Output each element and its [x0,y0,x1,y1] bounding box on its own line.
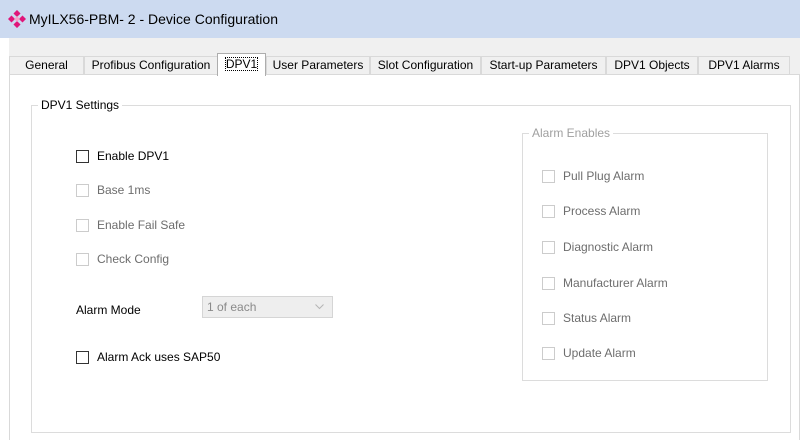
checkbox-box[interactable] [76,149,89,163]
tab-dpv1[interactable]: DPV1 [217,53,266,76]
checkbox-label: Check Config [97,252,170,266]
checkbox-label: Diagnostic Alarm [563,240,654,254]
checkbox-box[interactable] [542,311,555,325]
checkbox-box[interactable] [76,218,89,232]
dpv1-settings-group: DPV1 Settings Enable DPV1 Base 1ms Enabl… [31,98,791,433]
checkbox-box[interactable] [542,240,555,254]
alarm-mode-dropdown[interactable]: 1 of each [202,296,333,318]
tab-panel-dpv1: DPV1 Settings Enable DPV1 Base 1ms Enabl… [9,74,800,440]
checkbox-label: Status Alarm [563,311,632,325]
base-1ms-checkbox[interactable]: Base 1ms [76,182,150,198]
checkbox-label: Base 1ms [97,183,151,197]
checkbox-label: Process Alarm [563,204,641,218]
tab-strip: General Profibus Configuration DPV1 User… [9,53,800,76]
tab-start-up-parameters[interactable]: Start-up Parameters [481,56,606,75]
pull-plug-alarm-checkbox[interactable]: Pull Plug Alarm [542,168,644,184]
alarm-enables-group: Alarm Enables Pull Plug Alarm Process Al… [522,126,768,381]
tab-label: DPV1 [224,57,259,71]
update-alarm-checkbox[interactable]: Update Alarm [542,345,636,361]
tab-label: Profibus Configuration [91,58,211,72]
diagnostic-alarm-checkbox[interactable]: Diagnostic Alarm [542,239,653,255]
alarm-mode-label: Alarm Mode [76,303,141,317]
config-window: General Profibus Configuration DPV1 User… [9,38,800,440]
tab-label: Slot Configuration [377,58,474,72]
checkbox-label: Manufacturer Alarm [563,276,668,290]
checkbox-box[interactable] [542,276,555,290]
checkbox-box[interactable] [542,204,555,218]
tab-label: General [25,58,68,72]
enable-dpv1-checkbox[interactable]: Enable DPV1 [76,148,169,164]
checkbox-label: Enable DPV1 [97,149,170,163]
dpv1-settings-legend: DPV1 Settings [38,98,123,112]
process-alarm-checkbox[interactable]: Process Alarm [542,203,640,219]
tab-user-parameters[interactable]: User Parameters [266,56,370,75]
tab-dpv1-objects[interactable]: DPV1 Objects [606,56,698,75]
tab-label: Start-up Parameters [489,58,598,72]
alarm-mode-value: 1 of each [207,300,257,314]
checkbox-label: Pull Plug Alarm [563,169,645,183]
checkbox-box[interactable] [76,183,89,197]
enable-fail-safe-checkbox[interactable]: Enable Fail Safe [76,217,185,233]
checkbox-box[interactable] [542,346,555,360]
title-bar: MyILX56-PBM- 2 - Device Configuration [0,0,800,38]
manufacturer-alarm-checkbox[interactable]: Manufacturer Alarm [542,275,668,291]
checkbox-box[interactable] [542,169,555,183]
tab-dpv1-alarms[interactable]: DPV1 Alarms [698,56,790,75]
checkbox-label: Enable Fail Safe [97,218,186,232]
tab-general[interactable]: General [9,56,84,75]
tab-label: DPV1 Alarms [708,58,780,72]
status-alarm-checkbox[interactable]: Status Alarm [542,310,631,326]
checkbox-box[interactable] [76,252,89,266]
alarm-enables-legend: Alarm Enables [529,126,614,140]
tab-slot-configuration[interactable]: Slot Configuration [370,56,481,75]
check-config-checkbox[interactable]: Check Config [76,251,169,267]
device-config-icon [8,10,26,28]
tab-label: User Parameters [272,58,364,72]
tab-label: DPV1 Objects [614,58,690,72]
checkbox-label: Alarm Ack uses SAP50 [97,350,221,364]
checkbox-label: Update Alarm [563,346,636,360]
checkbox-box[interactable] [76,350,89,364]
chevron-down-icon [315,304,324,310]
tab-profibus-configuration[interactable]: Profibus Configuration [84,56,218,75]
window-title: MyILX56-PBM- 2 - Device Configuration [29,11,278,27]
alarm-ack-sap50-checkbox[interactable]: Alarm Ack uses SAP50 [76,349,220,365]
